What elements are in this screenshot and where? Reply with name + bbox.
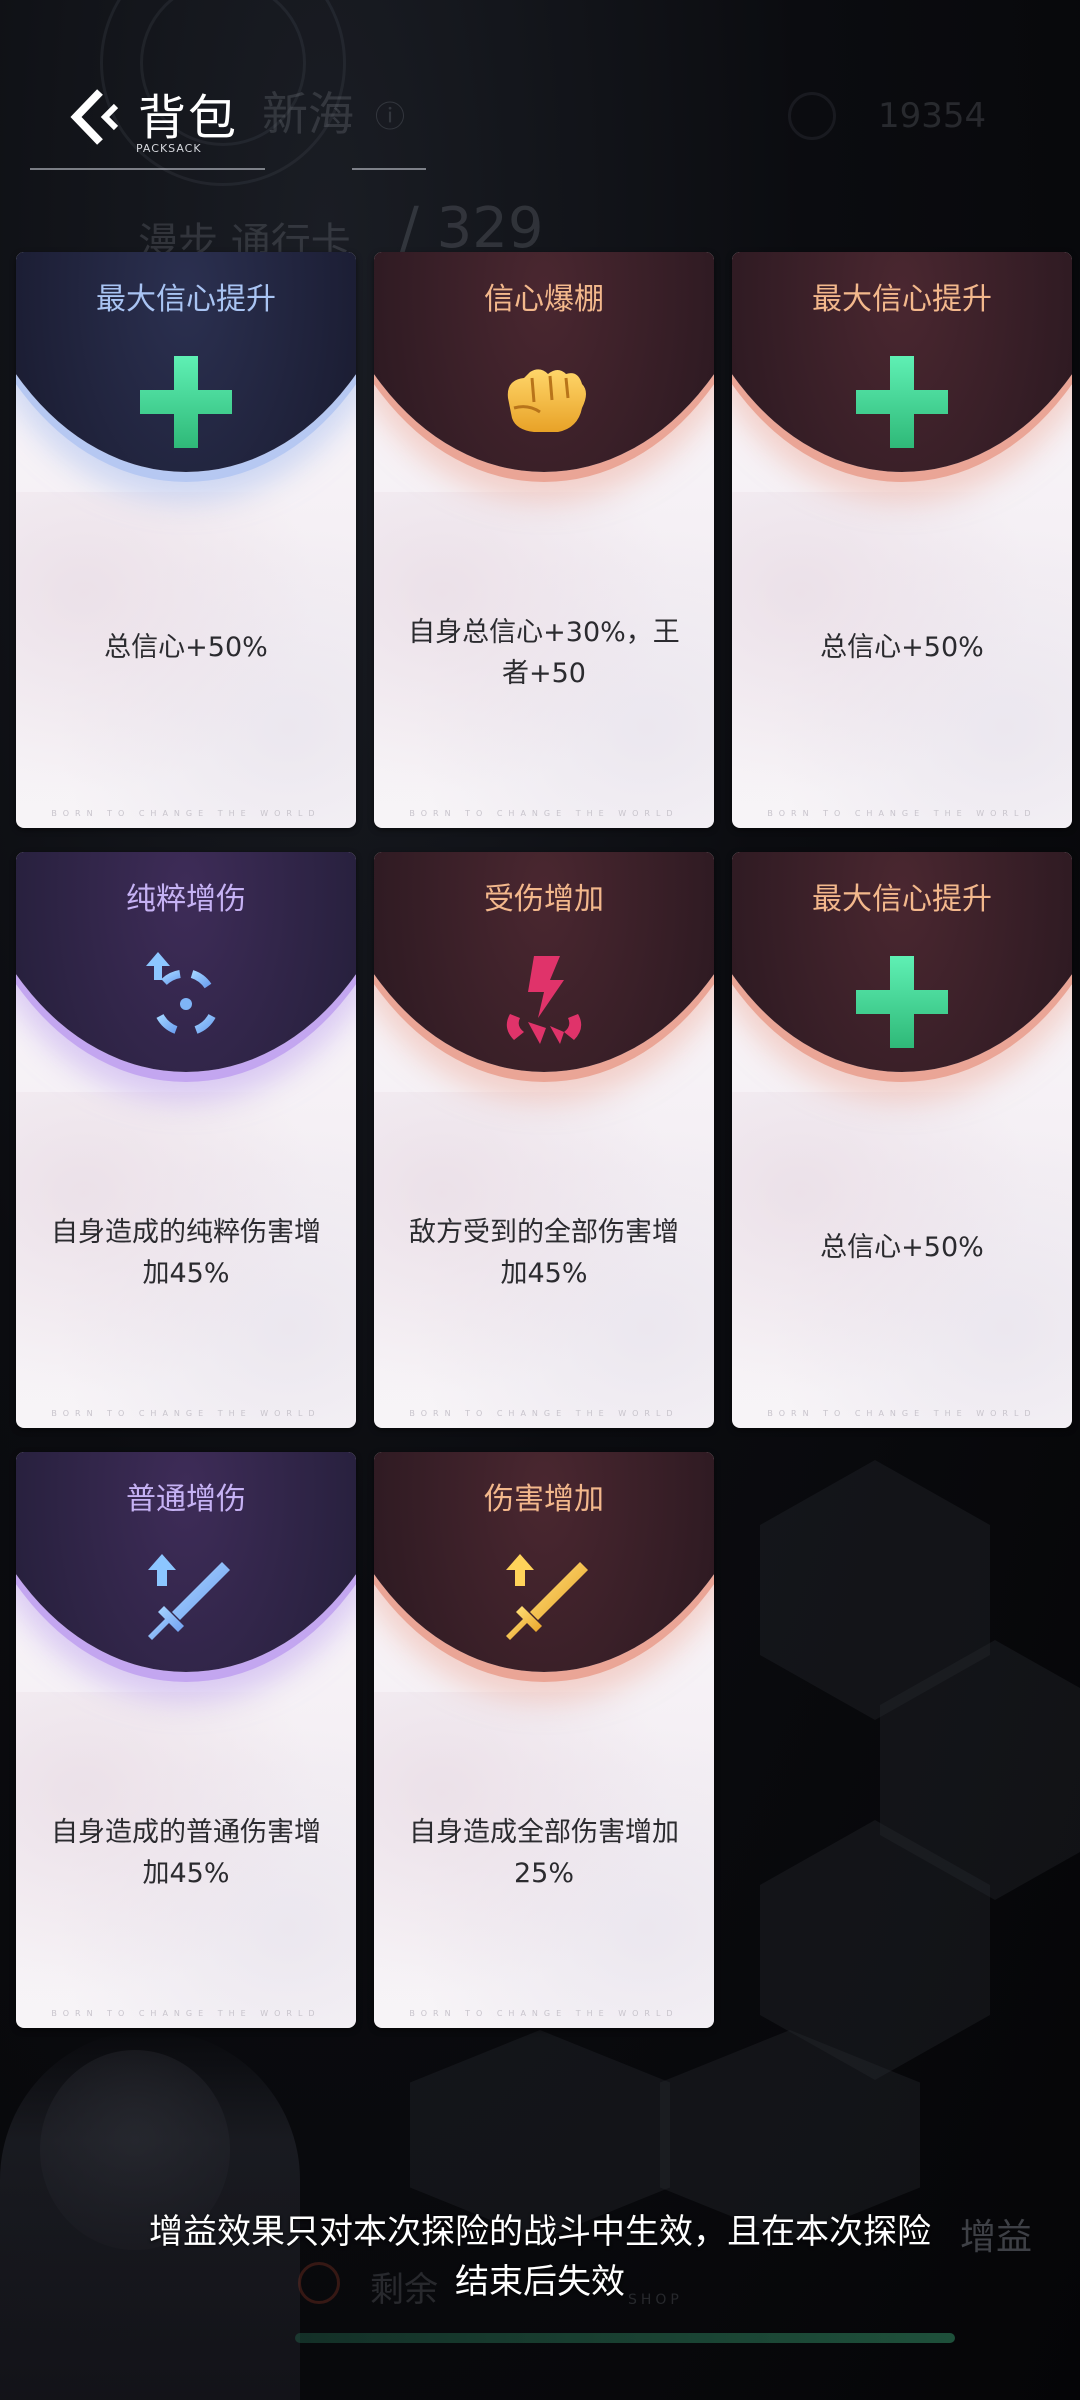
bg-progress-bar: [295, 2333, 955, 2343]
card-footer-text: BORN TO CHANGE THE WORLD: [51, 809, 321, 818]
buff-card[interactable]: 纯粹增伤 自身造成的纯粹伤害增加45% BORN TO CHANGE THE W…: [16, 852, 356, 1428]
notice-line: 增益效果只对本次探险的战斗中生效，且在本次探险: [149, 2212, 931, 2252]
header: 背包 PACKSACK: [0, 0, 1080, 180]
back-button[interactable]: [70, 86, 132, 148]
card-footer-text: BORN TO CHANGE THE WORLD: [409, 809, 679, 818]
page-subtitle: PACKSACK: [136, 142, 202, 155]
buff-card[interactable]: 普通增伤 自身造成的普通伤害增加45% BORN TO CHANGE THE W…: [16, 1452, 356, 2028]
buff-card[interactable]: 信心爆棚 自身总信心+30%，王者+50 BORN TO CHANGE THE …: [374, 252, 714, 828]
blue-sword-up-arrow-icon: [148, 1554, 230, 1640]
card-title: 最大信心提升: [812, 282, 992, 317]
card-title: 最大信心提升: [812, 882, 992, 917]
card-footer-text: BORN TO CHANGE THE WORLD: [409, 1409, 679, 1418]
card-title: 最大信心提升: [96, 282, 276, 317]
crosshair-up-arrow-icon: [146, 952, 226, 1042]
header-divider: [352, 168, 426, 170]
buff-card[interactable]: 最大信心提升 总信心+50% BORN TO CHANGE THE WORLD: [732, 852, 1072, 1428]
buff-card[interactable]: 受伤增加 敌方受到的全部伤害增加45% BORN TO CHANGE THE W…: [374, 852, 714, 1428]
card-footer-text: BORN TO CHANGE THE WORLD: [767, 809, 1037, 818]
card-footer-text: BORN TO CHANGE THE WORLD: [409, 2009, 679, 2018]
green-plus-icon: [140, 356, 232, 448]
buff-card[interactable]: 最大信心提升 总信心+50% BORN TO CHANGE THE WORLD: [732, 252, 1072, 828]
card-title: 受伤增加: [484, 882, 604, 917]
card-description: 敌方受到的全部伤害增加45%: [409, 1217, 679, 1289]
card-footer-text: BORN TO CHANGE THE WORLD: [51, 2009, 321, 2018]
card-title: 信心爆棚: [484, 282, 604, 317]
card-footer-text: BORN TO CHANGE THE WORLD: [767, 1409, 1037, 1418]
card-description: 自身造成的纯粹伤害增加45%: [51, 1217, 321, 1289]
card-title: 普通增伤: [126, 1482, 246, 1517]
golden-fist-icon: [507, 369, 586, 432]
back-arrow-icon: [70, 89, 119, 145]
gold-sword-up-arrow-icon: [506, 1554, 588, 1640]
green-plus-icon: [856, 956, 948, 1048]
card-description: 自身总信心+30%，王者+50: [408, 617, 680, 689]
green-plus-icon: [856, 356, 948, 448]
buff-card[interactable]: 最大信心提升 总信心+50% BORN TO CHANGE THE WORLD: [16, 252, 356, 828]
card-description: 总信心+50%: [820, 1232, 984, 1263]
card-description: 总信心+50%: [820, 632, 984, 663]
card-footer-text: BORN TO CHANGE THE WORLD: [51, 1409, 321, 1418]
card-description: 自身造成全部伤害增加25%: [409, 1817, 679, 1889]
broken-lightning-icon: [506, 956, 582, 1044]
card-description: 总信心+50%: [104, 632, 268, 663]
page-title: 背包: [138, 90, 239, 146]
backpack-screen: 新海 ⓘ 19354 漫步 通行卡 / 329 增益 剩余 SHOP 背包 PA…: [0, 0, 1080, 2400]
header-divider: [30, 168, 265, 170]
card-title: 纯粹增伤: [126, 882, 246, 917]
card-description: 自身造成的普通伤害增加45%: [51, 1817, 321, 1889]
buff-notice: 增益效果只对本次探险的战斗中生效，且在本次探险 结束后失效: [60, 2207, 1020, 2307]
card-title: 伤害增加: [484, 1482, 604, 1517]
buff-card[interactable]: 伤害增加 自身造成全部伤害增加25% BORN TO CHANGE THE WO…: [374, 1452, 714, 2028]
notice-line: 结束后失效: [455, 2262, 625, 2302]
